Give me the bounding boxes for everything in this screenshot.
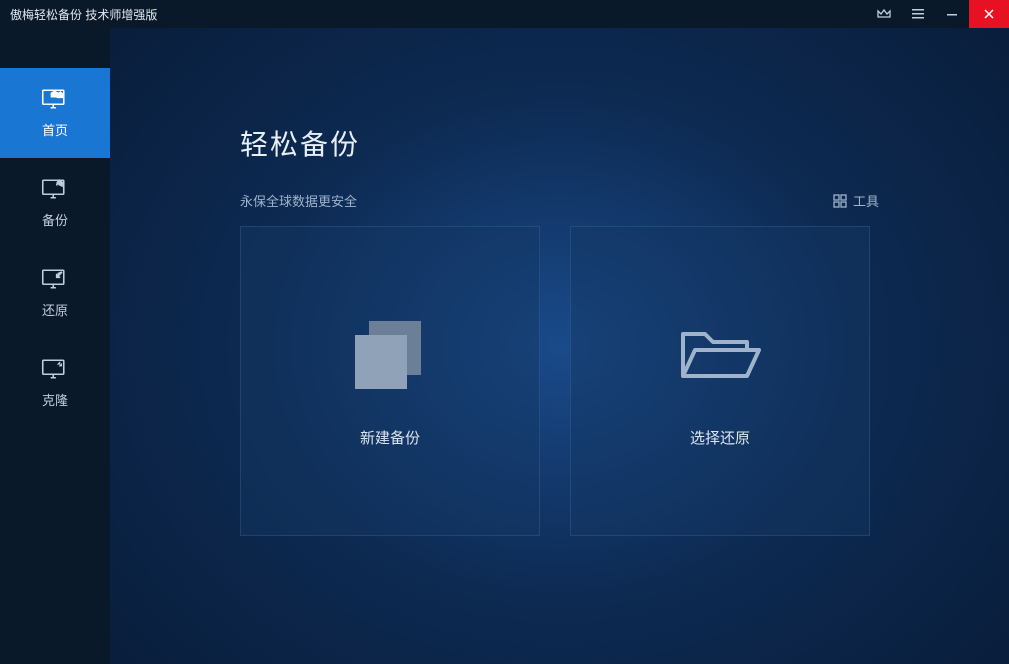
close-button[interactable] bbox=[969, 0, 1009, 28]
sidebar-item-label: 还原 bbox=[42, 300, 68, 319]
app-title: 傲梅轻松备份 技术师增强版 bbox=[10, 6, 157, 23]
card-new-backup[interactable]: 新建备份 bbox=[240, 226, 540, 536]
sidebar-item-restore[interactable]: 还原 bbox=[0, 248, 110, 338]
sidebar-item-label: 克隆 bbox=[42, 390, 68, 409]
tools-link[interactable]: 工具 bbox=[833, 191, 879, 210]
card-restore[interactable]: 选择还原 bbox=[570, 226, 870, 536]
grid-icon bbox=[833, 194, 847, 208]
backup-monitor-icon bbox=[41, 178, 69, 200]
page-title: 轻松备份 bbox=[240, 123, 879, 163]
sidebar-item-home[interactable]: 首页 bbox=[0, 68, 110, 158]
sidebar-item-backup[interactable]: 备份 bbox=[0, 158, 110, 248]
sidebar: 首页 备份 还原 bbox=[0, 28, 110, 664]
page-subtitle: 永保全球数据更安全 bbox=[240, 191, 357, 210]
clone-monitor-icon bbox=[41, 358, 69, 380]
card-label: 选择还原 bbox=[690, 427, 750, 448]
sidebar-item-clone[interactable]: 克隆 bbox=[0, 338, 110, 428]
sidebar-item-label: 首页 bbox=[42, 120, 68, 139]
main-area: 轻松备份 永保全球数据更安全 工具 bbox=[110, 28, 1009, 664]
sidebar-item-label: 备份 bbox=[42, 210, 68, 229]
card-label: 新建备份 bbox=[360, 427, 420, 448]
minimize-button[interactable] bbox=[935, 0, 969, 28]
crown-icon[interactable] bbox=[867, 0, 901, 28]
titlebar: 傲梅轻松备份 技术师增强版 bbox=[0, 0, 1009, 28]
tools-label: 工具 bbox=[853, 191, 879, 210]
restore-monitor-icon bbox=[41, 268, 69, 290]
home-monitor-icon bbox=[41, 88, 69, 110]
menu-icon[interactable] bbox=[901, 0, 935, 28]
stack-icon bbox=[345, 315, 435, 395]
folder-open-icon bbox=[675, 320, 765, 390]
